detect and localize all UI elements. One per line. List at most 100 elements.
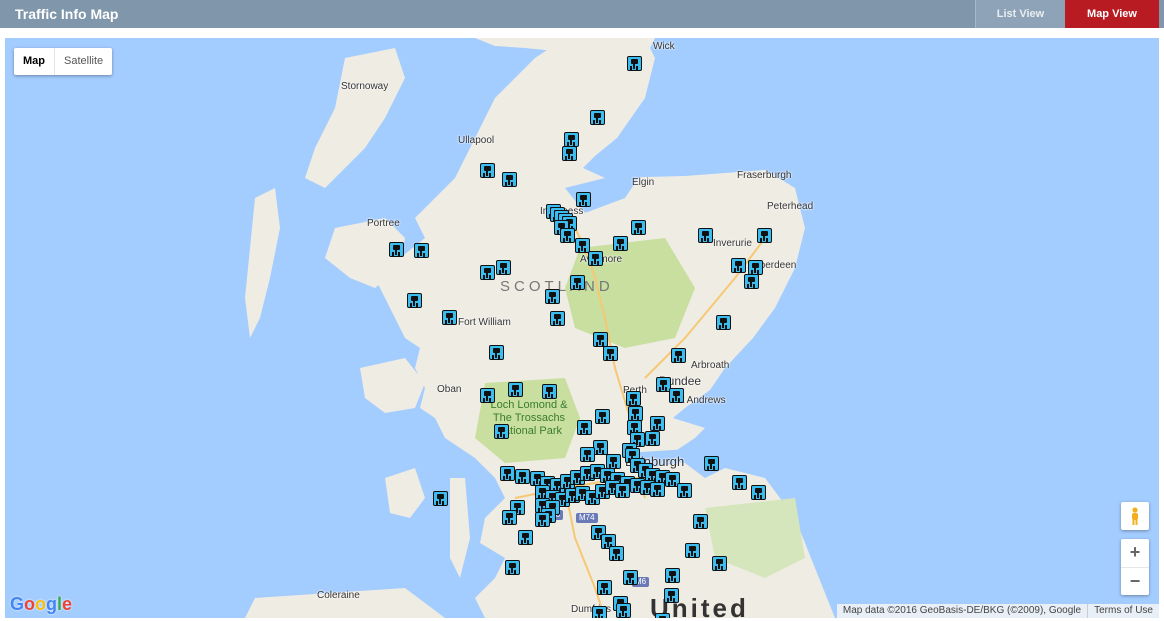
traffic-camera-icon[interactable] (480, 163, 495, 178)
traffic-camera-icon[interactable] (631, 220, 646, 235)
traffic-camera-icon[interactable] (685, 543, 700, 558)
traffic-map[interactable]: Map Satellite Wick Stornoway Ullapool El… (5, 38, 1159, 618)
traffic-camera-icon[interactable] (609, 546, 624, 561)
traffic-camera-icon[interactable] (744, 274, 759, 289)
traffic-camera-icon[interactable] (562, 146, 577, 161)
list-view-button[interactable]: List View (975, 0, 1065, 28)
zoom-in-button[interactable]: + (1121, 539, 1149, 567)
traffic-camera-icon[interactable] (669, 388, 684, 403)
traffic-camera-icon[interactable] (564, 132, 579, 147)
uist-islands (245, 188, 280, 338)
traffic-camera-icon[interactable] (751, 485, 766, 500)
street-view-pegman-button[interactable] (1121, 502, 1149, 530)
traffic-camera-icon[interactable] (500, 466, 515, 481)
google-logo[interactable]: Google (10, 594, 72, 615)
app-header: Traffic Info Map List View Map View (0, 0, 1164, 28)
traffic-camera-icon[interactable] (576, 192, 591, 207)
place-label-arbroath: Arbroath (691, 360, 730, 371)
traffic-camera-icon[interactable] (590, 110, 605, 125)
traffic-camera-icon[interactable] (580, 447, 595, 462)
road-shield-m74: M74 (576, 513, 598, 523)
traffic-camera-icon[interactable] (593, 332, 608, 347)
app-title: Traffic Info Map (15, 6, 119, 22)
zoom-control: + − (1121, 539, 1149, 595)
traffic-camera-icon[interactable] (518, 530, 533, 545)
traffic-camera-icon[interactable] (588, 251, 603, 266)
traffic-camera-icon[interactable] (731, 258, 746, 273)
traffic-camera-icon[interactable] (655, 613, 670, 618)
zoom-out-button[interactable]: − (1121, 567, 1149, 595)
map-type-satellite-button[interactable]: Satellite (54, 48, 112, 75)
traffic-camera-icon[interactable] (748, 260, 763, 275)
traffic-camera-icon[interactable] (665, 568, 680, 583)
traffic-camera-icon[interactable] (442, 310, 457, 325)
traffic-camera-icon[interactable] (616, 603, 631, 618)
traffic-camera-icon[interactable] (606, 454, 621, 469)
traffic-camera-icon[interactable] (664, 588, 679, 603)
traffic-camera-icon[interactable] (627, 56, 642, 71)
terms-of-use-link[interactable]: Terms of Use (1087, 604, 1159, 618)
traffic-camera-icon[interactable] (593, 440, 608, 455)
traffic-camera-icon[interactable] (628, 406, 643, 421)
traffic-camera-icon[interactable] (615, 483, 630, 498)
traffic-camera-icon[interactable] (732, 475, 747, 490)
pegman-icon (1132, 507, 1138, 525)
place-label-portree: Portree (367, 218, 400, 229)
traffic-camera-icon[interactable] (494, 424, 509, 439)
traffic-camera-icon[interactable] (535, 512, 550, 527)
map-type-map-button[interactable]: Map (14, 48, 54, 75)
traffic-camera-icon[interactable] (496, 260, 511, 275)
map-base-layer (245, 38, 835, 618)
traffic-camera-icon[interactable] (757, 228, 772, 243)
mull-island (360, 358, 425, 413)
traffic-camera-icon[interactable] (502, 510, 517, 525)
place-label-ullapool: Ullapool (458, 135, 495, 146)
traffic-camera-icon[interactable] (677, 483, 692, 498)
traffic-camera-icon[interactable] (603, 346, 618, 361)
traffic-camera-icon[interactable] (592, 606, 607, 618)
traffic-camera-icon[interactable] (489, 345, 504, 360)
traffic-camera-icon[interactable] (505, 560, 520, 575)
traffic-camera-icon[interactable] (623, 570, 638, 585)
traffic-camera-icon[interactable] (716, 315, 731, 330)
traffic-camera-icon[interactable] (389, 242, 404, 257)
map-view-button[interactable]: Map View (1065, 0, 1159, 28)
place-label-oban: Oban (437, 384, 462, 395)
place-label-inverurie: Inverurie (713, 238, 752, 249)
traffic-camera-icon[interactable] (613, 236, 628, 251)
traffic-camera-icon[interactable] (560, 228, 575, 243)
traffic-camera-icon[interactable] (550, 311, 565, 326)
map-attribution: Map data ©2016 GeoBasis-DE/BKG (©2009), … (836, 604, 1159, 618)
islay-island (385, 468, 425, 518)
place-label-fraserburgh: Fraserburgh (737, 170, 792, 181)
traffic-camera-icon[interactable] (570, 275, 585, 290)
traffic-camera-icon[interactable] (712, 556, 727, 571)
traffic-camera-icon[interactable] (508, 382, 523, 397)
traffic-camera-icon[interactable] (545, 289, 560, 304)
traffic-camera-icon[interactable] (693, 514, 708, 529)
place-label-coleraine: Coleraine (317, 590, 360, 601)
traffic-camera-icon[interactable] (626, 391, 641, 406)
place-label-stornoway: Stornoway (341, 81, 389, 92)
map-type-control: Map Satellite (14, 48, 113, 75)
traffic-camera-icon[interactable] (671, 348, 686, 363)
traffic-camera-icon[interactable] (650, 482, 665, 497)
traffic-camera-icon[interactable] (698, 228, 713, 243)
traffic-camera-icon[interactable] (542, 384, 557, 399)
place-label-elgin: Elgin (632, 177, 655, 188)
traffic-camera-icon[interactable] (433, 491, 448, 506)
traffic-camera-icon[interactable] (502, 172, 517, 187)
traffic-camera-icon[interactable] (480, 265, 495, 280)
traffic-camera-icon[interactable] (597, 580, 612, 595)
traffic-camera-icon[interactable] (595, 409, 610, 424)
place-label-peterhead: Peterhead (767, 201, 814, 212)
traffic-camera-icon[interactable] (577, 420, 592, 435)
traffic-camera-icon[interactable] (407, 293, 422, 308)
traffic-camera-icon[interactable] (414, 243, 429, 258)
place-label-wick: Wick (653, 41, 675, 52)
traffic-camera-icon[interactable] (645, 431, 660, 446)
traffic-camera-icon[interactable] (704, 456, 719, 471)
traffic-camera-icon[interactable] (480, 388, 495, 403)
traffic-camera-icon[interactable] (650, 416, 665, 431)
traffic-camera-icon[interactable] (515, 469, 530, 484)
